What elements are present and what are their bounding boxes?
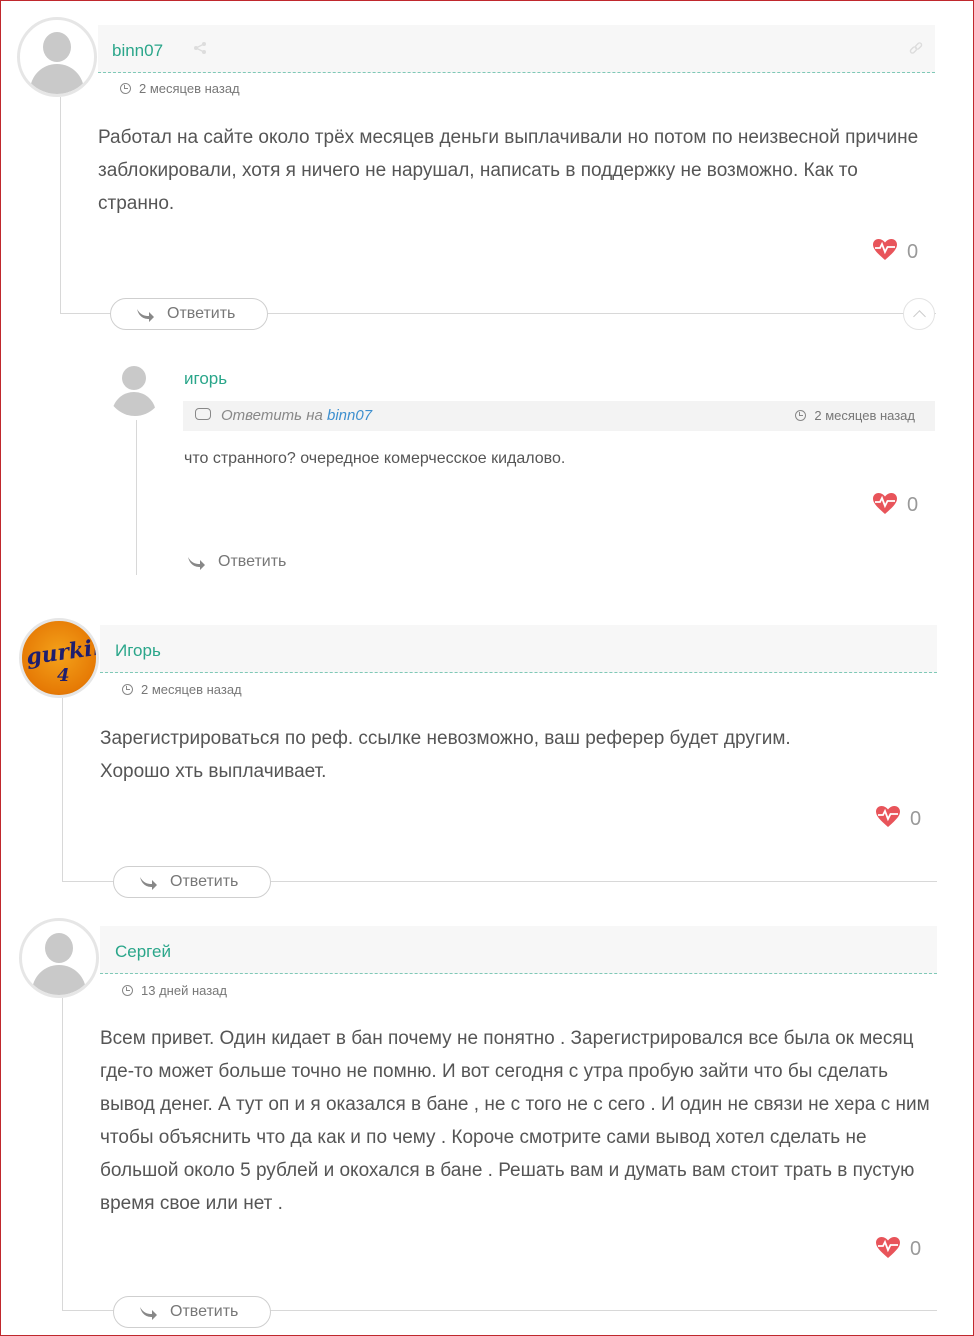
comment-time: 2 месяцев назад <box>122 682 242 697</box>
clock-icon <box>120 83 131 94</box>
clock-icon <box>122 684 133 695</box>
reply-arrow-icon <box>138 874 158 895</box>
avatar <box>19 918 99 998</box>
reply-to-bar: Ответить на binn07 2 месяцев назад <box>183 401 935 431</box>
comment: Сергей 13 дней назад Всем привет. Один к… <box>0 900 974 1336</box>
like-count: 0 <box>910 808 922 830</box>
comment-author[interactable]: binn07 <box>112 41 163 61</box>
like-count: 0 <box>907 241 919 263</box>
collapse-replies-button[interactable] <box>903 298 935 330</box>
comment-text: Зарегистрироваться по реф. ссылке невозм… <box>100 728 791 782</box>
clock-icon <box>122 985 133 996</box>
avatar <box>17 17 97 97</box>
comment-time: 2 месяцев назад <box>795 408 915 423</box>
thread-line <box>62 698 63 881</box>
heart-pulse-icon[interactable] <box>872 492 898 520</box>
reply-arrow-icon <box>138 1304 158 1325</box>
comment-author[interactable]: Игорь <box>115 641 161 661</box>
comment-header <box>100 926 937 974</box>
comment-time: 2 месяцев назад <box>120 81 240 96</box>
reply-button[interactable]: Ответить <box>113 1296 271 1328</box>
reply-to-author-link[interactable]: binn07 <box>327 407 372 424</box>
share-icon[interactable] <box>193 41 206 54</box>
comment-text: Всем привет. Один кидает в бан почему не… <box>100 1028 930 1214</box>
comment: binn07 2 месяцев назад Работал на сайте … <box>0 0 974 340</box>
comment-text: Работал на сайте около трёх месяцев день… <box>98 127 919 214</box>
comment-header <box>100 625 937 673</box>
clock-icon <box>795 410 807 421</box>
reply-arrow-icon <box>186 554 206 575</box>
comment: gurkin 4 Игорь 2 месяцев назад Зарегистр… <box>0 600 974 900</box>
thread-line <box>136 420 137 575</box>
heart-pulse-icon[interactable] <box>875 805 901 833</box>
avatar <box>107 360 163 416</box>
reply-arrow-icon <box>135 306 155 327</box>
heart-pulse-icon[interactable] <box>872 238 898 266</box>
like-count: 0 <box>910 1238 922 1260</box>
reply-button[interactable]: Ответить <box>110 298 268 330</box>
thread-line <box>62 998 63 1310</box>
avatar: gurkin 4 <box>19 618 99 698</box>
like-count: 0 <box>907 494 919 516</box>
comment-bubble-icon <box>195 408 211 420</box>
comment-time: 13 дней назад <box>122 983 227 998</box>
link-icon[interactable] <box>909 42 923 59</box>
reply-button[interactable]: Ответить <box>113 866 271 898</box>
heart-pulse-icon[interactable] <box>875 1236 901 1264</box>
comment-header <box>98 25 935 73</box>
reply-comment: игорь Ответить на binn07 2 месяцев назад… <box>0 340 974 580</box>
comment-text: что странного? очередное комерчесское ки… <box>184 450 566 467</box>
thread-line <box>60 97 61 313</box>
comment-author[interactable]: игорь <box>184 369 227 389</box>
comment-author[interactable]: Сергей <box>115 942 171 962</box>
